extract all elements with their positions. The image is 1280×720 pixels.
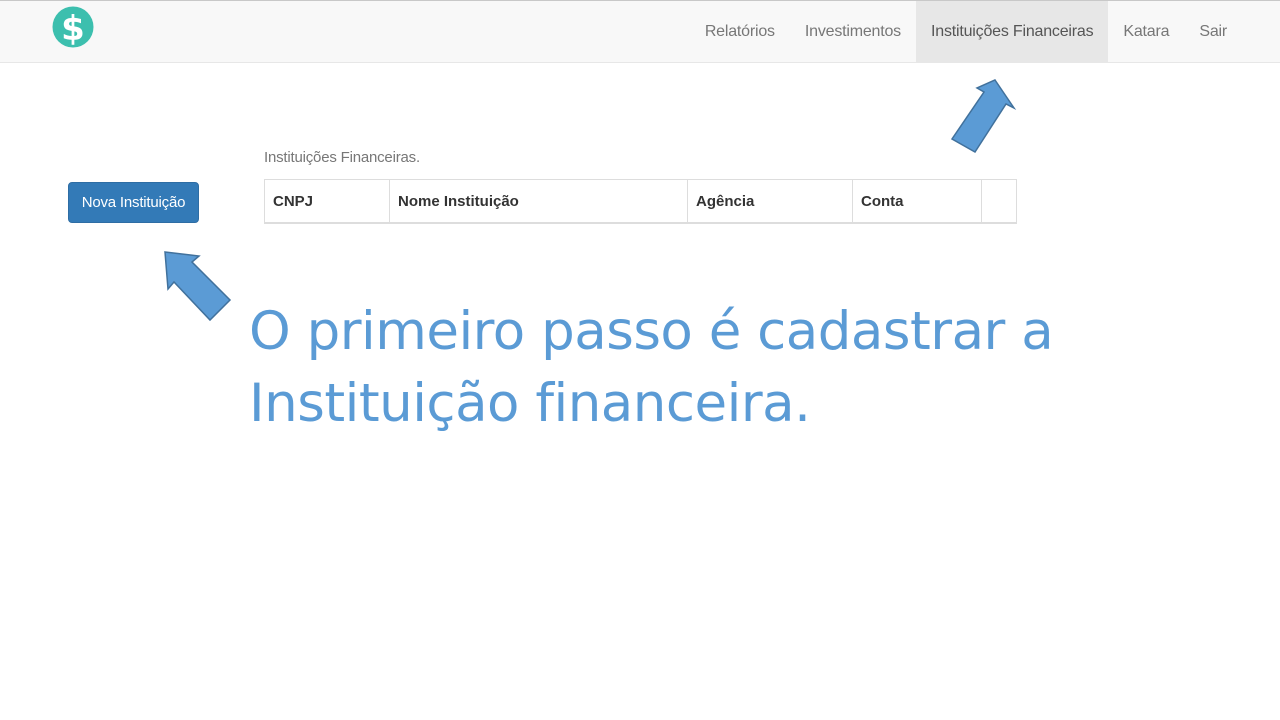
nav-item-user[interactable]: Katara — [1108, 1, 1184, 63]
nav-item-sair[interactable]: Sair — [1184, 1, 1242, 63]
navbar: $ Relatórios Investimentos Instituições … — [0, 0, 1280, 63]
new-institution-button[interactable]: Nova Instituição — [68, 182, 199, 223]
table-caption: Instituições Financeiras. — [264, 149, 420, 166]
institutions-table: CNPJ Nome Instituição Agência Conta — [264, 179, 1017, 224]
nav-item-investimentos[interactable]: Investimentos — [790, 1, 916, 63]
column-header-cnpj[interactable]: CNPJ — [264, 179, 390, 224]
column-header-nome[interactable]: Nome Instituição — [389, 179, 688, 224]
nav-item-relatorios[interactable]: Relatórios — [690, 1, 790, 63]
annotation-line-2: Instituição financeira. — [249, 373, 811, 434]
column-header-agencia[interactable]: Agência — [687, 179, 853, 224]
annotation-arrow-button — [164, 251, 232, 322]
column-header-actions — [981, 179, 1017, 224]
column-header-conta[interactable]: Conta — [852, 179, 982, 224]
annotation-arrow-nav — [950, 79, 1017, 154]
nav-menu: Relatórios Investimentos Instituições Fi… — [690, 1, 1242, 63]
annotation-line-1: O primeiro passo é cadastrar a — [249, 301, 1054, 362]
nav-item-instituicoes-financeiras[interactable]: Instituições Financeiras — [916, 1, 1109, 63]
annotation-text: O primeiro passo é cadastrar a Instituiç… — [249, 296, 1149, 440]
table-header-row: CNPJ Nome Instituição Agência Conta — [264, 179, 1017, 224]
dollar-coin-icon[interactable]: $ — [52, 3, 94, 51]
page: $ Relatórios Investimentos Instituições … — [0, 0, 1280, 720]
svg-text:$: $ — [61, 9, 85, 49]
